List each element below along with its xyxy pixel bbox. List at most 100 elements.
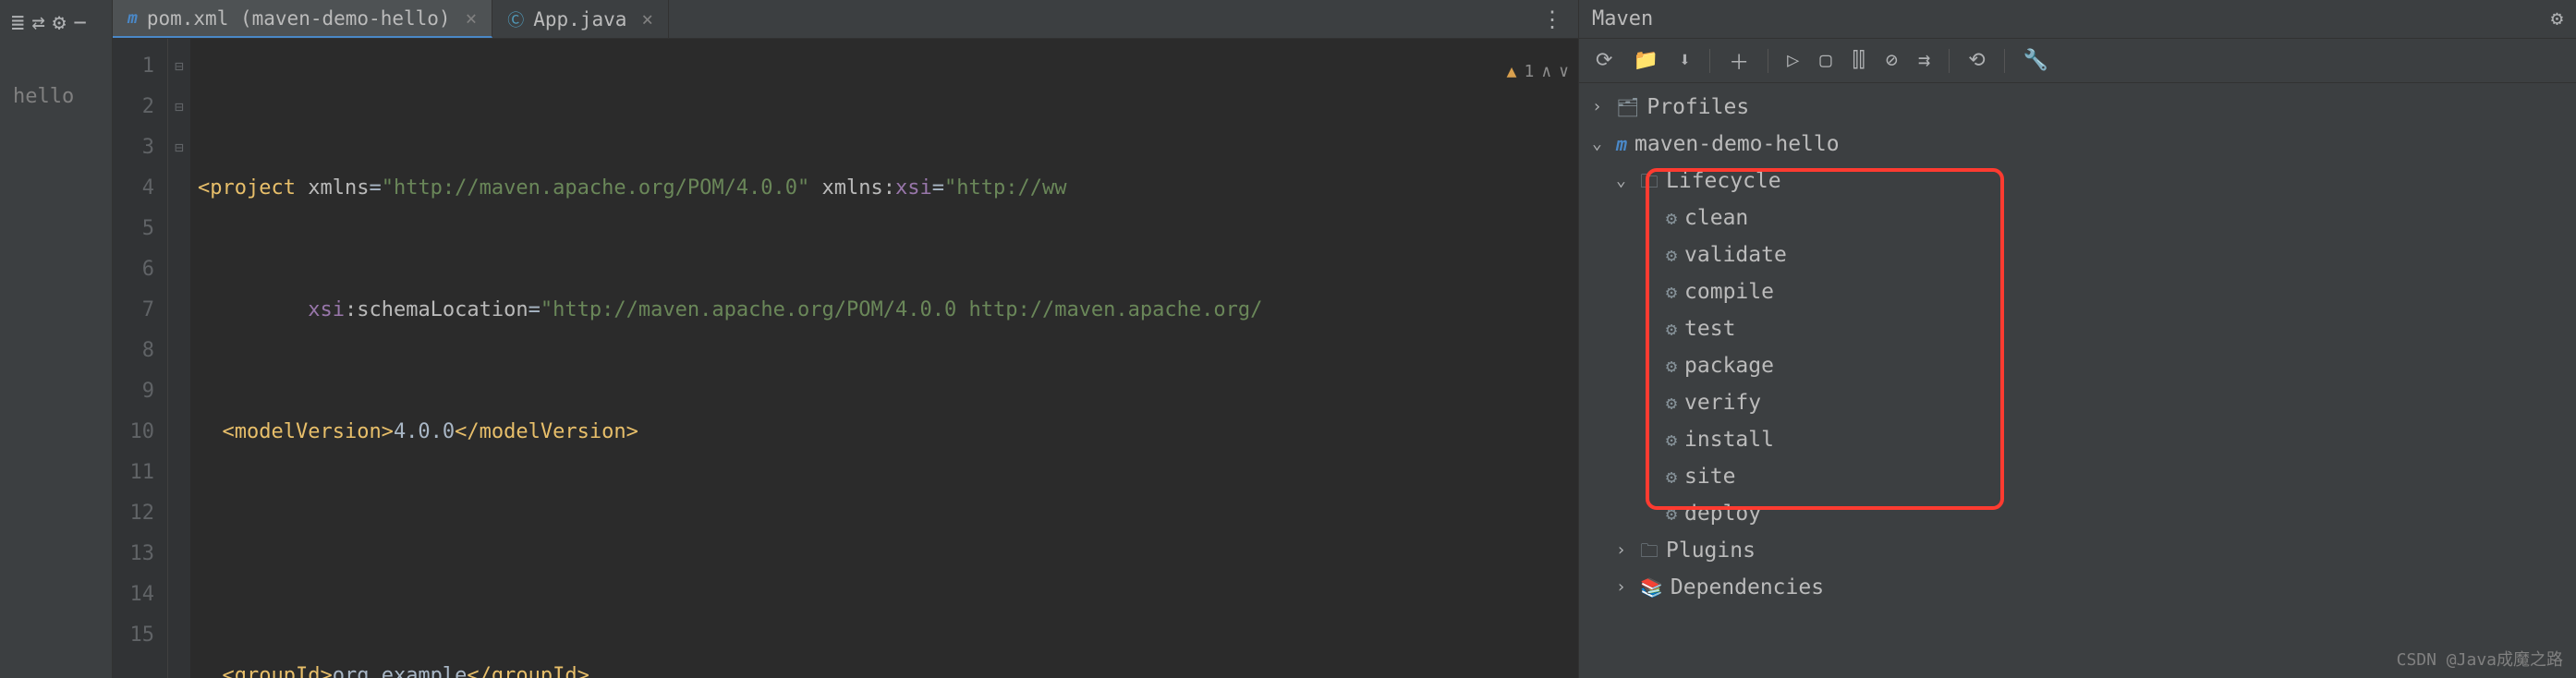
wrench-icon[interactable]: 🔧 xyxy=(2016,45,2056,76)
show-dependencies-icon[interactable]: ⟲ xyxy=(1961,45,1992,76)
tree-dependencies[interactable]: › 📚 Dependencies xyxy=(1583,569,2572,606)
add-icon[interactable]: ＋ xyxy=(1721,42,1756,79)
gear-icon: ⚙ xyxy=(1666,310,1677,347)
chevron-down-icon[interactable]: ∨ xyxy=(1559,52,1569,92)
tree-goal-install[interactable]: ⚙install xyxy=(1583,421,2572,458)
chevron-right-icon: › xyxy=(1616,569,1633,606)
folder-icon: 🗀 xyxy=(1640,532,1659,569)
line-gutter: 1 2 3 4 5 6 7 8 9 10 11 12 13 14 15 xyxy=(113,39,168,678)
close-icon[interactable]: × xyxy=(466,7,478,30)
library-icon: 📚 xyxy=(1640,569,1663,606)
separator xyxy=(1709,49,1710,73)
line-number: 13 xyxy=(113,534,154,575)
chevron-down-icon: ⌄ xyxy=(1592,126,1609,163)
tree-label: site xyxy=(1684,458,1735,495)
maven-tree: › 🗂 Profiles ⌄ m maven-demo-hello ⌄ 🗀 Li… xyxy=(1579,83,2576,678)
editor-body: 1 2 3 4 5 6 7 8 9 10 11 12 13 14 15 ⊟⊟⊟ … xyxy=(113,39,1578,678)
tab-app-java[interactable]: Ⓒ App.java × xyxy=(492,0,669,38)
tree-label: compile xyxy=(1684,273,1774,310)
settings-icon[interactable]: ⚙ xyxy=(2551,7,2563,30)
tree-goal-site[interactable]: ⚙site xyxy=(1583,458,2572,495)
separator xyxy=(1949,49,1950,73)
warning-icon: ▲ xyxy=(1507,52,1517,92)
tree-goal-package[interactable]: ⚙package xyxy=(1583,347,2572,384)
line-number: 11 xyxy=(113,453,154,493)
tree-label: Plugins xyxy=(1666,532,1756,569)
tree-label: Profiles xyxy=(1646,89,1749,126)
warning-count: 1 xyxy=(1524,52,1534,92)
tree-profiles[interactable]: › 🗂 Profiles xyxy=(1583,89,2572,126)
tree-plugins[interactable]: › 🗀 Plugins xyxy=(1583,532,2572,569)
tree-label: deploy xyxy=(1684,495,1761,532)
tree-project[interactable]: ⌄ m maven-demo-hello xyxy=(1583,126,2572,163)
tree-label: clean xyxy=(1684,200,1748,236)
main-toolbar: ≣ ⇄ ⚙ − hello xyxy=(0,0,113,678)
code-line: <project xmlns="http://maven.apache.org/… xyxy=(198,168,1578,209)
editor-tab-bar: m pom.xml (maven-demo-hello) × Ⓒ App.jav… xyxy=(113,0,1578,39)
tree-label: install xyxy=(1684,421,1774,458)
line-number: 6 xyxy=(113,249,154,290)
minimize-icon[interactable]: − xyxy=(73,9,86,35)
inspection-badge[interactable]: ▲ 1 ∧ ∨ xyxy=(1507,52,1569,92)
line-number: 3 xyxy=(113,127,154,168)
gear-icon: ⚙ xyxy=(1666,347,1677,384)
run-icon[interactable]: ▷ xyxy=(1780,45,1806,76)
download-sources-icon[interactable]: ⬇ xyxy=(1671,45,1698,76)
chevron-up-icon[interactable]: ∧ xyxy=(1541,52,1551,92)
tree-goal-clean[interactable]: ⚙clean xyxy=(1583,200,2572,236)
project-label: hello xyxy=(13,85,74,108)
chevron-right-icon: › xyxy=(1616,532,1633,569)
line-number: 2 xyxy=(113,87,154,127)
toggle-offline-icon[interactable]: ⫿⫿ xyxy=(1845,45,1873,76)
line-number: 5 xyxy=(113,209,154,249)
gear-icon: ⚙ xyxy=(1666,236,1677,273)
gear-icon: ⚙ xyxy=(1666,200,1677,236)
tree-goal-deploy[interactable]: ⚙deploy xyxy=(1583,495,2572,532)
tab-pom-xml[interactable]: m pom.xml (maven-demo-hello) × xyxy=(113,0,492,38)
close-icon[interactable]: × xyxy=(641,8,653,30)
gear-icon: ⚙ xyxy=(1666,273,1677,310)
tree-label: test xyxy=(1684,310,1735,347)
code-line xyxy=(198,534,1578,575)
tree-goal-validate[interactable]: ⚙validate xyxy=(1583,236,2572,273)
profiles-icon: 🗂 xyxy=(1616,89,1639,126)
tree-label: validate xyxy=(1684,236,1787,273)
maven-header: Maven ⚙ xyxy=(1579,0,2576,39)
line-number: 4 xyxy=(113,168,154,209)
watermark: CSDN @Java成魔之路 xyxy=(2397,647,2563,671)
tab-overflow-icon[interactable]: ⋮ xyxy=(1526,0,1578,38)
code-line: <groupId>org.example</groupId> xyxy=(198,656,1578,678)
maven-tool-window: Maven ⚙ ⟳ 📁 ⬇ ＋ ▷ ▢ ⫿⫿ ⊘ ⇉ ⟲ 🔧 › 🗂 Profi… xyxy=(1578,0,2576,678)
tree-lifecycle[interactable]: ⌄ 🗀 Lifecycle xyxy=(1583,163,2572,200)
maven-file-icon: m xyxy=(128,8,138,28)
line-number: 12 xyxy=(113,493,154,534)
select-icon[interactable]: ⇄ xyxy=(31,9,44,35)
tree-goal-compile[interactable]: ⚙compile xyxy=(1583,273,2572,310)
line-number: 9 xyxy=(113,371,154,412)
generate-sources-icon[interactable]: 📁 xyxy=(1625,45,1665,76)
tree-goal-test[interactable]: ⚙test xyxy=(1583,310,2572,347)
tree-label: Dependencies xyxy=(1671,569,1824,606)
line-number: 1 xyxy=(113,46,154,87)
gear-icon: ⚙ xyxy=(1666,495,1677,532)
refresh-icon[interactable]: ⟳ xyxy=(1588,45,1620,76)
fold-gutter: ⊟⊟⊟ xyxy=(168,39,190,678)
line-number: 7 xyxy=(113,290,154,331)
line-number: 10 xyxy=(113,412,154,453)
line-number: 15 xyxy=(113,615,154,656)
tree-label: Lifecycle xyxy=(1666,163,1781,200)
code-editor[interactable]: ▲ 1 ∧ ∨ <project xmlns="http://maven.apa… xyxy=(190,39,1578,678)
project-item-hello[interactable]: hello xyxy=(4,78,108,115)
tree-goal-verify[interactable]: ⚙verify xyxy=(1583,384,2572,421)
gear-icon: ⚙ xyxy=(1666,421,1677,458)
tab-label: App.java xyxy=(533,8,626,30)
gear-icon: ⚙ xyxy=(1666,384,1677,421)
java-class-icon: Ⓒ xyxy=(507,7,524,31)
settings-icon[interactable]: ⚙ xyxy=(53,9,66,35)
indent-icon[interactable]: ≣ xyxy=(11,9,24,35)
skip-tests-icon[interactable]: ⊘ xyxy=(1878,45,1905,76)
chevron-down-icon: ⌄ xyxy=(1616,163,1633,200)
execute-window-icon[interactable]: ▢ xyxy=(1812,45,1839,76)
collapse-icon[interactable]: ⇉ xyxy=(1911,45,1938,76)
tree-label: maven-demo-hello xyxy=(1634,126,1840,163)
